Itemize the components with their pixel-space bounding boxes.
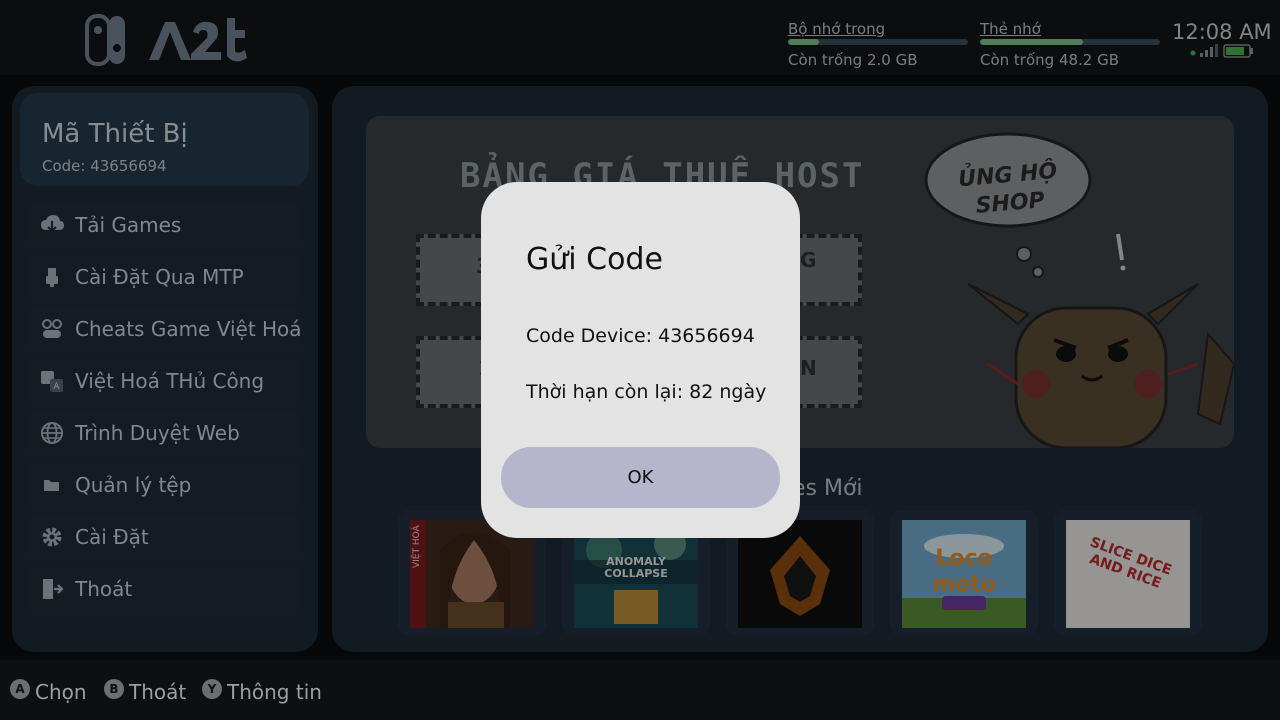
dialog-title: Gửi Code: [526, 242, 663, 277]
dialog-remaining-days: Thời hạn còn lại: 82 ngày: [526, 381, 767, 403]
hint-label: Chọn: [35, 680, 87, 704]
b-button-icon: B: [104, 679, 124, 699]
ok-button[interactable]: OK: [501, 447, 780, 508]
hint-info[interactable]: Y Thông tin: [202, 679, 322, 704]
a-button-icon: A: [10, 679, 30, 699]
hint-select[interactable]: A Chọn: [10, 679, 87, 704]
bottom-bar: A Chọn B Thoát Y Thông tin: [0, 660, 1280, 720]
send-code-dialog: Gửi Code Code Device: 43656694 Thời hạn …: [481, 182, 800, 538]
hint-label: Thoát: [129, 680, 187, 704]
dialog-code-device: Code Device: 43656694: [526, 325, 755, 347]
hint-exit[interactable]: B Thoát: [104, 679, 187, 704]
hint-label: Thông tin: [227, 680, 322, 704]
y-button-icon: Y: [202, 679, 222, 699]
